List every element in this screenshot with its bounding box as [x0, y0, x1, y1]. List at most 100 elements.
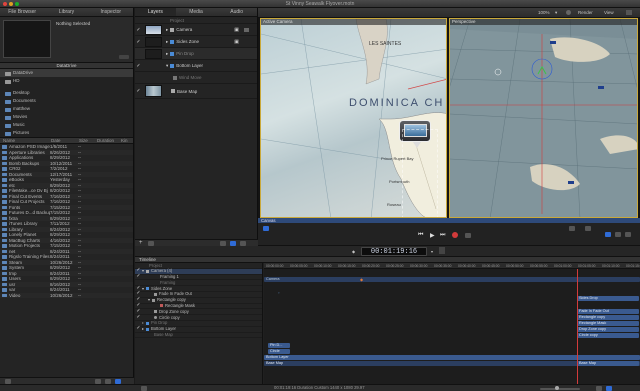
tab-media[interactable]: Media — [176, 8, 217, 16]
disclosure-icon[interactable]: ▸ — [166, 51, 168, 57]
clip-pin-drop[interactable]: Pin D... — [268, 343, 290, 348]
layout-icon[interactable] — [626, 10, 632, 15]
color-icon[interactable] — [566, 10, 571, 15]
folder-icon — [2, 222, 7, 226]
layer-row-camera[interactable]: ✓ ▸ Camera ▣ — [135, 24, 257, 36]
perspective-viewport[interactable]: Perspective — [449, 18, 638, 218]
play-icon[interactable]: ▶ — [430, 232, 435, 239]
zoom-dropdown-icon[interactable]: ▾ — [555, 10, 557, 16]
layer-options-icon[interactable] — [244, 27, 249, 32]
go-to-end-icon[interactable]: ⏭ — [440, 232, 445, 239]
tab-library[interactable]: Library — [44, 8, 88, 16]
active-camera-viewport[interactable]: Active Camera LES SAINTES DOMINICA CH Pr… — [260, 18, 447, 218]
zoom-level[interactable]: 100% — [538, 10, 550, 15]
layer-row-bottom-layer[interactable]: ✓ ▾ Bottom Layer — [135, 60, 257, 72]
timeline-row-base-map[interactable]: Base Map — [135, 332, 262, 339]
clip-bottom-layer[interactable]: Bottom Layer — [264, 355, 640, 360]
timeline-toggle-icon[interactable] — [605, 232, 611, 237]
timeline-tab[interactable]: Timeline — [139, 257, 156, 262]
zoom-slider-knob[interactable] — [555, 386, 559, 390]
clip-drop-zone[interactable]: Drop Zone copy — [577, 327, 639, 332]
disclosure-icon[interactable]: ▾ — [142, 286, 144, 292]
file-row[interactable]: Video 10/26/2012 -- — [0, 292, 133, 298]
keyframe-icon[interactable]: ▫ — [278, 290, 279, 295]
sidebar-item-datadrive[interactable]: DataDrive — [0, 69, 133, 77]
sidebar-item-label: Documents — [13, 98, 36, 103]
layer-row-pin-drop[interactable]: ▸ Pin Drop — [135, 48, 257, 60]
sidebar-item-desktop[interactable]: Desktop — [0, 89, 133, 97]
record-icon[interactable] — [452, 232, 458, 238]
column-date[interactable]: Date — [51, 138, 79, 143]
clip-sides-drop[interactable]: Sides Drop — [577, 296, 639, 301]
row-checkbox[interactable]: ✓ — [135, 273, 142, 280]
lock-icon[interactable]: ▣ — [234, 27, 239, 33]
tab-file-browser[interactable]: File Browser — [0, 8, 44, 16]
column-name[interactable]: Name — [3, 138, 51, 143]
go-to-start-icon[interactable]: ⏮ — [418, 232, 423, 239]
column-duration[interactable]: Duration — [97, 138, 121, 143]
disclosure-icon[interactable]: ▾ — [142, 297, 150, 303]
sidebar-item-home[interactable]: matthew — [0, 105, 133, 113]
clip-fade[interactable]: Fade In Fade Out — [577, 309, 639, 314]
loop-icon[interactable] — [465, 233, 471, 238]
layer-checkbox[interactable]: ✓ — [135, 88, 142, 94]
view-menu[interactable]: View — [604, 10, 614, 15]
clip-circle-2[interactable]: Circle — [268, 349, 290, 354]
playhead-icon: ◆ — [352, 249, 356, 254]
clip-circle[interactable]: Circle copy — [577, 333, 639, 338]
tab-audio[interactable]: Audio — [216, 8, 257, 16]
sidebar-item-documents[interactable]: Documents — [0, 97, 133, 105]
timecode-display[interactable]: 00:01:19:16 — [361, 247, 427, 256]
layer-row-project[interactable]: Project — [135, 17, 257, 24]
disclosure-icon[interactable]: ▸ — [166, 27, 168, 33]
marker-icon — [550, 41, 556, 44]
keyframe-icon[interactable]: ◆ — [360, 277, 363, 282]
layer-checkbox[interactable]: ✓ — [135, 63, 142, 69]
clip-camera[interactable]: Camera — [264, 277, 640, 282]
view-option-icon[interactable] — [569, 226, 575, 231]
view-toggle-icon[interactable] — [596, 386, 602, 391]
select-tool-icon[interactable] — [263, 226, 269, 231]
playhead-line[interactable] — [577, 269, 578, 384]
layer-row-sides-zone[interactable]: ✓ ▸ Sides Zone ▣ — [135, 36, 257, 48]
disclosure-icon[interactable]: ▸ — [166, 39, 168, 45]
layer-row-wind-move[interactable]: Wind Move — [135, 72, 257, 84]
layer-name: Sides Zone — [176, 39, 200, 44]
tab-layers[interactable]: Layers — [135, 8, 176, 16]
folder-icon — [5, 91, 11, 96]
snapping-icon[interactable] — [606, 386, 612, 391]
timecode-dropdown-icon[interactable]: ▾ — [431, 249, 433, 254]
timeline-tracks[interactable]: Camera ◆ ▫ Sides Drop Fade In Fade Out R… — [264, 269, 640, 384]
layer-checkbox[interactable]: ✓ — [135, 27, 142, 33]
timeline-options-icon[interactable] — [141, 386, 147, 391]
disclosure-icon[interactable]: ▸ — [142, 326, 144, 332]
canvas-area[interactable]: Active Camera LES SAINTES DOMINICA CH Pr… — [258, 18, 640, 218]
frame-step-icon[interactable] — [439, 247, 445, 254]
disclosure-icon[interactable]: ▾ — [142, 268, 144, 274]
folder-icon — [2, 249, 7, 253]
sidebar-item-movies[interactable]: Movies — [0, 113, 133, 121]
sidebar-item-pictures[interactable]: Pictures — [0, 129, 133, 137]
clip-base-map-end[interactable]: Base Map — [577, 361, 639, 366]
render-menu[interactable]: Render — [578, 10, 593, 15]
layer-row-base-map[interactable]: ✓ Base Map — [135, 84, 257, 99]
disclosure-icon[interactable]: ▾ — [166, 63, 168, 69]
sidebar-item-music[interactable]: Music — [0, 121, 133, 129]
tab-inspector[interactable]: Inspector — [89, 8, 133, 16]
active-camera-label[interactable]: Active Camera — [263, 19, 293, 24]
sidebar-item-hd[interactable]: HD — [0, 77, 133, 85]
layer-checkbox[interactable]: ✓ — [135, 39, 142, 45]
clip-rectangle[interactable]: Rectangle copy — [577, 315, 639, 320]
import-button[interactable] — [119, 55, 129, 59]
lock-icon[interactable]: ▣ — [234, 39, 239, 45]
perspective-camera-label[interactable]: Perspective — [452, 19, 476, 24]
mask-tool-icon[interactable] — [585, 226, 591, 231]
keyframe-toggle-icon[interactable] — [625, 232, 631, 237]
audio-toggle-icon[interactable] — [615, 232, 621, 237]
clip-mask[interactable]: Rectangle Mask — [577, 321, 639, 326]
column-size[interactable]: Size — [79, 138, 97, 143]
zoom-slider[interactable] — [540, 388, 580, 390]
column-kind[interactable]: Kin — [121, 138, 128, 143]
row-checkbox[interactable]: ✓ — [135, 325, 142, 332]
row-checkbox[interactable]: ✓ — [135, 314, 142, 321]
